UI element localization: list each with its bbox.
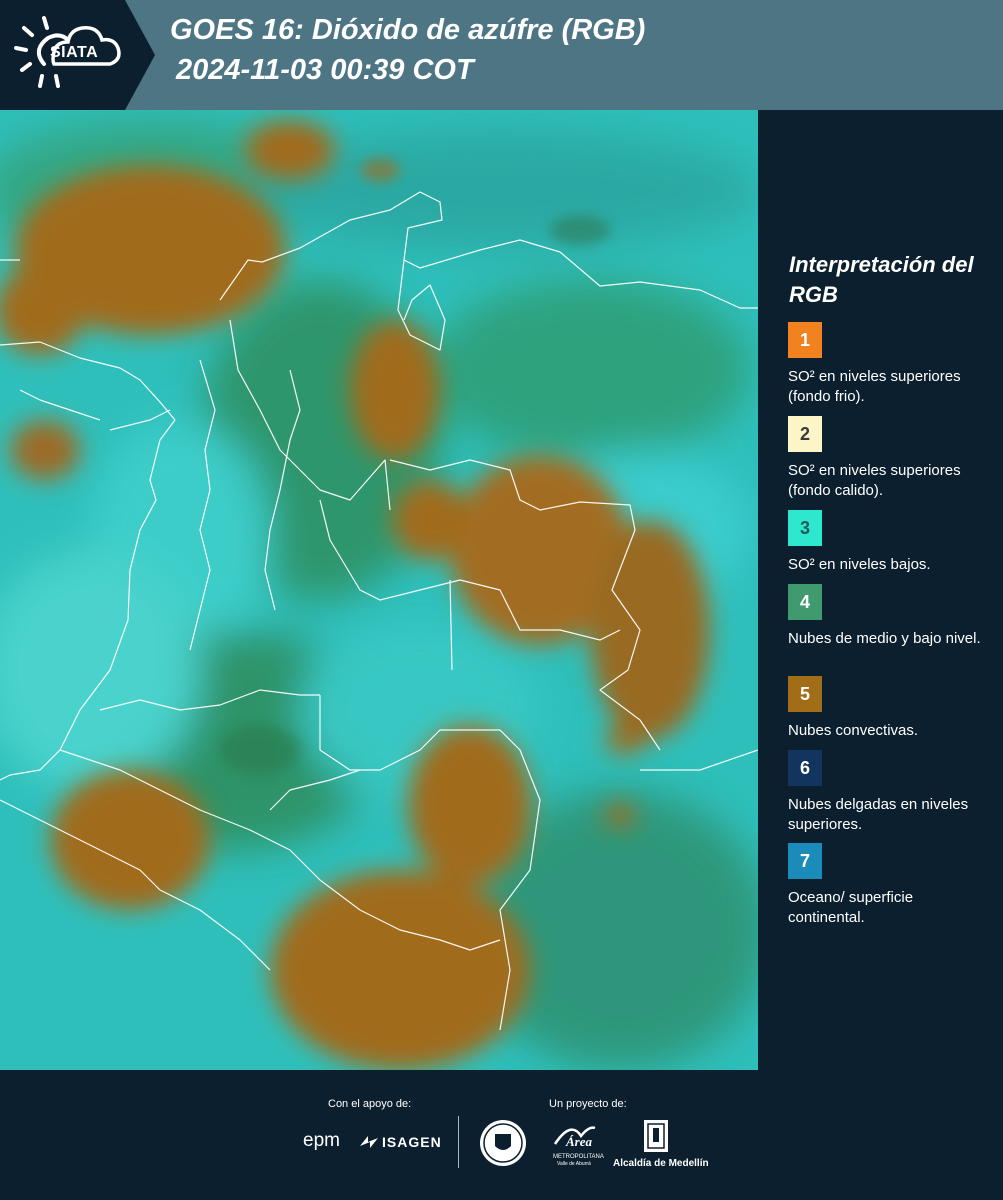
legend-item-text: Nubes de medio y bajo nivel. [788,630,981,647]
header-bar: SIATA GOES 16: Dióxido de azúfre (RGB) 2… [0,0,1003,110]
medellin-seal-icon [480,1120,526,1166]
legend-swatch: 5 [788,676,822,712]
legend-item-text: SO² en niveles superiores (fondo calido)… [788,462,961,499]
legend-item-text: Nubes convectivas. [788,722,919,739]
legend-item-1: 1 SO² en niveles superiores (fondo frio)… [788,322,988,407]
legend-item-text: SO² en niveles bajos. [788,556,931,573]
satellite-image [0,110,758,1070]
legend-swatch: 7 [788,843,822,879]
alcaldia-logo-text: Alcaldía de Medellín [613,1158,709,1169]
isagen-logo: ISAGEN [382,1134,442,1150]
page-title: GOES 16: Dióxido de azúfre (RGB) [170,14,646,46]
legend-swatch: 6 [788,750,822,786]
area-logo-sub2: Valle de Aburrá [557,1161,591,1167]
legend-item-text: SO² en niveles superiores (fondo frio). [788,368,961,405]
legend-swatch: 4 [788,584,822,620]
rgb-composite-map [0,110,758,1070]
footer-bar: Con el apoyo de: Un proyecto de: epm ISA… [0,1070,1003,1200]
legend-item-2: 2 SO² en niveles superiores (fondo calid… [788,416,988,501]
alcaldia-shield-icon [644,1120,668,1152]
siata-logo: SIATA [0,0,155,110]
legend-item-4: 4 Nubes de medio y bajo nivel. [788,584,988,649]
legend-item-7: 7 Oceano/ superficie continental. [788,843,988,928]
timestamp: 2024-11-03 00:39 COT [176,54,474,86]
legend-item-text: Oceano/ superficie continental. [788,889,914,926]
legend-item-3: 3 SO² en niveles bajos. [788,510,988,575]
legend-item-text: Nubes delgadas en niveles superiores. [788,796,969,833]
support-label: Con el apoyo de: [328,1098,412,1110]
legend-item-6: 6 Nubes delgadas en niveles superiores. [788,750,988,835]
epm-logo: epm [303,1130,340,1151]
legend-panel: Interpretación del RGB 1 SO² en niveles … [770,110,995,1070]
legend-swatch: 3 [788,510,822,546]
footer-divider [458,1116,459,1168]
legend-swatch: 1 [788,322,822,358]
legend-swatch: 2 [788,416,822,452]
project-label: Un proyecto de: [549,1098,627,1110]
isagen-mark-icon [360,1136,378,1148]
area-logo-text: Área [566,1134,592,1149]
area-logo-sub: METROPOLITANA [553,1154,604,1160]
logo-text: SIATA [50,44,99,61]
legend-title: Interpretación del RGB [789,252,974,307]
legend-item-5: 5 Nubes convectivas. [788,676,988,741]
